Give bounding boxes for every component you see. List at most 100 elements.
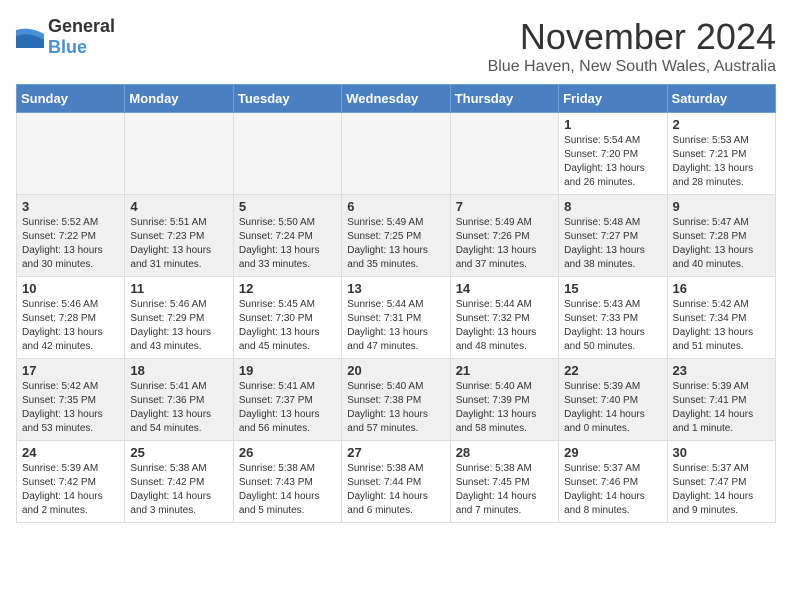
day-info: Sunrise: 5:37 AM Sunset: 7:47 PM Dayligh… <box>673 463 754 516</box>
calendar-cell: 17 Sunrise: 5:42 AM Sunset: 7:35 PM Dayli… <box>17 359 125 441</box>
calendar-cell: 14Sunrise: 5:44 AM Sunset: 7:32 PM Dayli… <box>450 277 558 359</box>
calendar-cell: 4Sunrise: 5:51 AM Sunset: 7:23 PM Daylig… <box>125 195 233 277</box>
calendar-cell: 21 Sunrise: 5:40 AM Sunset: 7:39 PM Dayli… <box>450 359 558 441</box>
day-info: Sunrise: 5:45 AM Sunset: 7:30 PM Dayligh… <box>239 299 320 352</box>
calendar-cell: 18 Sunrise: 5:41 AM Sunset: 7:36 PM Dayli… <box>125 359 233 441</box>
calendar-cell <box>342 113 450 195</box>
day-info: Sunrise: 5:47 AM Sunset: 7:28 PM Dayligh… <box>673 217 754 270</box>
day-header-tuesday: Tuesday <box>233 85 341 113</box>
logo-icon <box>16 26 44 48</box>
calendar-cell: 15Sunrise: 5:43 AM Sunset: 7:33 PM Dayli… <box>559 277 667 359</box>
calendar-cell: 28 Sunrise: 5:38 AM Sunset: 7:45 PM Dayli… <box>450 441 558 523</box>
day-number: 25 <box>130 445 227 460</box>
day-number: 17 <box>22 363 119 378</box>
calendar-table: SundayMondayTuesdayWednesdayThursdayFrid… <box>16 84 776 523</box>
calendar-cell: 20 Sunrise: 5:40 AM Sunset: 7:38 PM Dayli… <box>342 359 450 441</box>
day-number: 1 <box>564 117 661 132</box>
day-info: Sunrise: 5:41 AM Sunset: 7:36 PM Dayligh… <box>130 381 211 434</box>
week-row-1: 1 Sunrise: 5:54 AM Sunset: 7:20 PM Daylig… <box>17 113 776 195</box>
day-number: 2 <box>673 117 770 132</box>
day-number: 27 <box>347 445 444 460</box>
week-row-3: 10Sunrise: 5:46 AM Sunset: 7:28 PM Dayli… <box>17 277 776 359</box>
day-number: 11 <box>130 281 227 296</box>
day-header-wednesday: Wednesday <box>342 85 450 113</box>
calendar-cell <box>17 113 125 195</box>
calendar-cell: 19 Sunrise: 5:41 AM Sunset: 7:37 PM Dayli… <box>233 359 341 441</box>
day-header-friday: Friday <box>559 85 667 113</box>
calendar-cell: 22 Sunrise: 5:39 AM Sunset: 7:40 PM Dayli… <box>559 359 667 441</box>
logo: General Blue <box>16 16 115 58</box>
day-number: 22 <box>564 363 661 378</box>
day-info: Sunrise: 5:38 AM Sunset: 7:45 PM Dayligh… <box>456 463 537 516</box>
calendar-cell: 1 Sunrise: 5:54 AM Sunset: 7:20 PM Daylig… <box>559 113 667 195</box>
day-info: Sunrise: 5:42 AM Sunset: 7:34 PM Dayligh… <box>673 299 754 352</box>
calendar-cell: 6Sunrise: 5:49 AM Sunset: 7:25 PM Daylig… <box>342 195 450 277</box>
day-number: 9 <box>673 199 770 214</box>
day-info: Sunrise: 5:41 AM Sunset: 7:37 PM Dayligh… <box>239 381 320 434</box>
day-number: 21 <box>456 363 553 378</box>
day-number: 8 <box>564 199 661 214</box>
day-info: Sunrise: 5:54 AM Sunset: 7:20 PM Dayligh… <box>564 135 645 188</box>
day-number: 19 <box>239 363 336 378</box>
calendar-cell: 24 Sunrise: 5:39 AM Sunset: 7:42 PM Dayli… <box>17 441 125 523</box>
calendar-cell: 27 Sunrise: 5:38 AM Sunset: 7:44 PM Dayli… <box>342 441 450 523</box>
day-info: Sunrise: 5:39 AM Sunset: 7:40 PM Dayligh… <box>564 381 645 434</box>
week-row-5: 24 Sunrise: 5:39 AM Sunset: 7:42 PM Dayli… <box>17 441 776 523</box>
day-info: Sunrise: 5:52 AM Sunset: 7:22 PM Dayligh… <box>22 217 103 270</box>
day-info: Sunrise: 5:49 AM Sunset: 7:26 PM Dayligh… <box>456 217 537 270</box>
day-number: 14 <box>456 281 553 296</box>
day-info: Sunrise: 5:40 AM Sunset: 7:39 PM Dayligh… <box>456 381 537 434</box>
month-title: November 2024 <box>488 16 776 58</box>
day-info: Sunrise: 5:39 AM Sunset: 7:42 PM Dayligh… <box>22 463 103 516</box>
day-header-sunday: Sunday <box>17 85 125 113</box>
calendar-cell: 11Sunrise: 5:46 AM Sunset: 7:29 PM Dayli… <box>125 277 233 359</box>
day-number: 28 <box>456 445 553 460</box>
calendar-cell: 29 Sunrise: 5:37 AM Sunset: 7:46 PM Dayli… <box>559 441 667 523</box>
day-info: Sunrise: 5:49 AM Sunset: 7:25 PM Dayligh… <box>347 217 428 270</box>
day-header-saturday: Saturday <box>667 85 775 113</box>
day-number: 24 <box>22 445 119 460</box>
day-number: 23 <box>673 363 770 378</box>
week-row-4: 17 Sunrise: 5:42 AM Sunset: 7:35 PM Dayli… <box>17 359 776 441</box>
day-number: 12 <box>239 281 336 296</box>
calendar-cell: 8 Sunrise: 5:48 AM Sunset: 7:27 PM Daylig… <box>559 195 667 277</box>
calendar-cell: 23Sunrise: 5:39 AM Sunset: 7:41 PM Dayli… <box>667 359 775 441</box>
day-info: Sunrise: 5:46 AM Sunset: 7:28 PM Dayligh… <box>22 299 103 352</box>
day-number: 20 <box>347 363 444 378</box>
calendar-cell: 9 Sunrise: 5:47 AM Sunset: 7:28 PM Daylig… <box>667 195 775 277</box>
day-header-monday: Monday <box>125 85 233 113</box>
day-number: 3 <box>22 199 119 214</box>
day-number: 29 <box>564 445 661 460</box>
calendar-cell: 25 Sunrise: 5:38 AM Sunset: 7:42 PM Dayli… <box>125 441 233 523</box>
calendar-cell: 7Sunrise: 5:49 AM Sunset: 7:26 PM Daylig… <box>450 195 558 277</box>
day-header-thursday: Thursday <box>450 85 558 113</box>
day-number: 13 <box>347 281 444 296</box>
calendar-cell <box>450 113 558 195</box>
logo-blue: Blue <box>48 37 87 57</box>
calendar-cell: 3 Sunrise: 5:52 AM Sunset: 7:22 PM Daylig… <box>17 195 125 277</box>
day-number: 30 <box>673 445 770 460</box>
day-info: Sunrise: 5:53 AM Sunset: 7:21 PM Dayligh… <box>673 135 754 188</box>
calendar-cell: 13 Sunrise: 5:44 AM Sunset: 7:31 PM Dayli… <box>342 277 450 359</box>
day-info: Sunrise: 5:38 AM Sunset: 7:43 PM Dayligh… <box>239 463 320 516</box>
calendar-cell: 2 Sunrise: 5:53 AM Sunset: 7:21 PM Daylig… <box>667 113 775 195</box>
calendar-cell: 10Sunrise: 5:46 AM Sunset: 7:28 PM Dayli… <box>17 277 125 359</box>
day-number: 18 <box>130 363 227 378</box>
header: General Blue November 2024 Blue Haven, N… <box>16 16 776 76</box>
day-info: Sunrise: 5:40 AM Sunset: 7:38 PM Dayligh… <box>347 381 428 434</box>
day-info: Sunrise: 5:48 AM Sunset: 7:27 PM Dayligh… <box>564 217 645 270</box>
day-number: 26 <box>239 445 336 460</box>
day-info: Sunrise: 5:37 AM Sunset: 7:46 PM Dayligh… <box>564 463 645 516</box>
day-number: 16 <box>673 281 770 296</box>
calendar-cell <box>125 113 233 195</box>
week-row-2: 3 Sunrise: 5:52 AM Sunset: 7:22 PM Daylig… <box>17 195 776 277</box>
location-title: Blue Haven, New South Wales, Australia <box>488 58 776 76</box>
day-info: Sunrise: 5:44 AM Sunset: 7:31 PM Dayligh… <box>347 299 428 352</box>
day-info: Sunrise: 5:38 AM Sunset: 7:42 PM Dayligh… <box>130 463 211 516</box>
day-number: 4 <box>130 199 227 214</box>
day-info: Sunrise: 5:38 AM Sunset: 7:44 PM Dayligh… <box>347 463 428 516</box>
calendar-cell: 5Sunrise: 5:50 AM Sunset: 7:24 PM Daylig… <box>233 195 341 277</box>
day-info: Sunrise: 5:50 AM Sunset: 7:24 PM Dayligh… <box>239 217 320 270</box>
day-info: Sunrise: 5:42 AM Sunset: 7:35 PM Dayligh… <box>22 381 103 434</box>
title-area: November 2024 Blue Haven, New South Wale… <box>488 16 776 76</box>
